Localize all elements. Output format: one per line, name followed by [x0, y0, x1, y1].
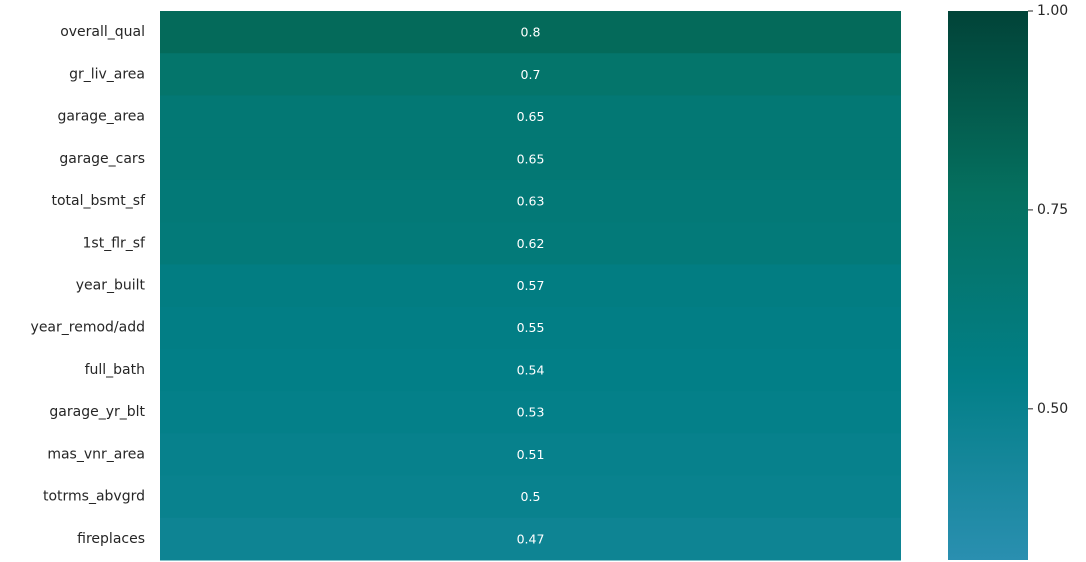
heatmap-cell-value: 0.55: [517, 320, 545, 335]
y-axis-tick-label: totrms_abvgrd: [43, 489, 145, 505]
y-axis-tick-label: year_remod/add: [31, 320, 145, 336]
y-axis-tick-label: total_bsmt_sf: [51, 193, 146, 209]
heatmap-cell-value: 0.5: [521, 489, 541, 504]
heatmap-cell-value: 0.51: [517, 447, 545, 462]
y-axis-tick-label: garage_area: [57, 109, 145, 125]
heatmap-cell-value: 0.57: [517, 278, 545, 293]
colorbar-tick-label: 1.00: [1037, 3, 1068, 19]
heatmap-cell-value: 0.47: [517, 531, 545, 546]
y-axis-tick-label: year_built: [76, 278, 146, 294]
y-axis-tick-label: overall_qual: [60, 24, 145, 40]
y-axis-tick-label: full_bath: [85, 362, 145, 378]
heatmap-cell-value: 0.53: [517, 405, 545, 420]
heatmap-cell-value: 0.62: [517, 236, 545, 251]
heatmap-chart: 0.8 0.7 0.65 0.65 0.63 0.62 0.57 0.55 0.54 0.53 0.…: [31, 3, 1068, 561]
y-axis-tick-labels: overall_qual gr_liv_area garage_areagarage…: [31, 24, 147, 547]
colorbar-gradient: [948, 11, 1028, 560]
colorbar: 1.00 0.75 0.50: [948, 3, 1068, 560]
heatmap-cell-value: 0.65: [517, 151, 545, 166]
y-axis-tick-label: garage_cars: [59, 151, 145, 167]
heatmap-cell-value: 0.54: [517, 362, 545, 377]
heatmap-cell-value: 0.7: [521, 67, 541, 82]
y-axis-tick-label: fireplaces: [77, 531, 145, 547]
y-axis-tick-label: mas_vnr_area: [47, 446, 145, 462]
colorbar-tick-label: 0.75: [1037, 202, 1068, 218]
heatmap-cell-value: 0.65: [517, 109, 545, 124]
y-axis-tick-label: 1st_flr_sf: [83, 235, 147, 251]
colorbar-tick-label: 0.50: [1037, 401, 1068, 417]
heatmap-cell-value: 0.8: [521, 25, 541, 40]
y-axis-tick-label: gr_liv_area: [69, 66, 145, 82]
y-axis-tick-label: garage_yr_blt: [49, 404, 145, 420]
heatmap-cell-value: 0.63: [517, 194, 545, 209]
